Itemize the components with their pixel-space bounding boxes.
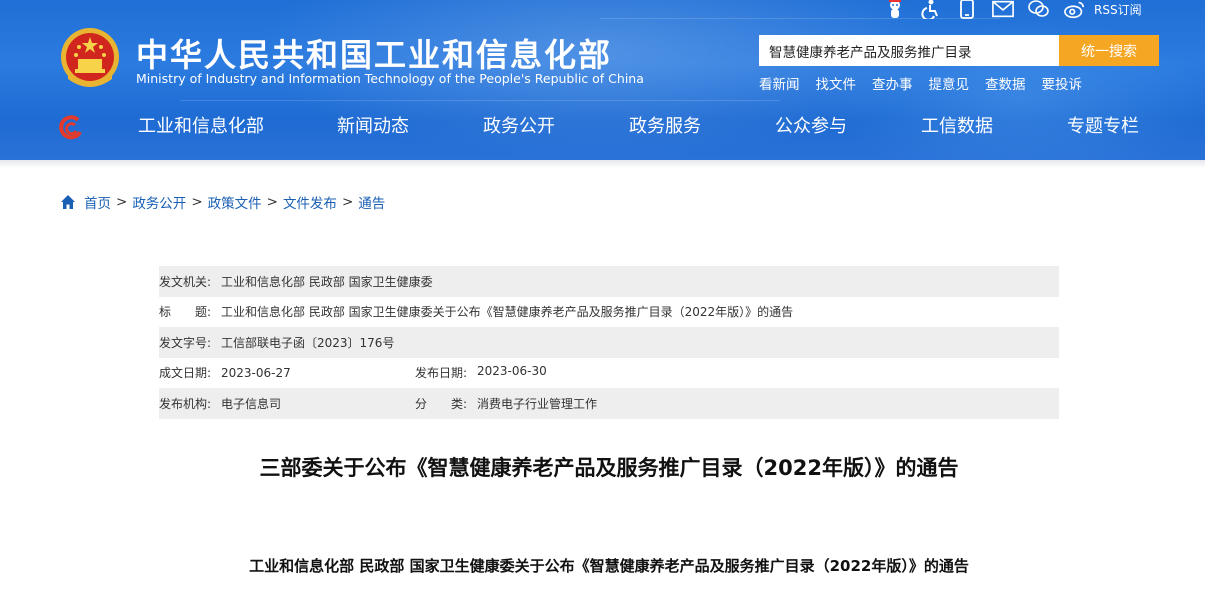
nav-item-government-affairs[interactable]: 政务公开 <box>483 112 555 138</box>
quick-links: 看新闻 找文件 查办事 提意见 查数据 要投诉 <box>759 73 1098 93</box>
meta-label: 标 题: <box>159 305 212 320</box>
nav-item-special-topics[interactable]: 专题专栏 <box>1067 112 1139 138</box>
meta-row-agency: 发布机构: 电子信息司 分 类: 消费电子行业管理工作 <box>159 388 1059 419</box>
quick-link-data[interactable]: 查数据 <box>985 73 1026 93</box>
document-title: 三部委关于公布《智慧健康养老产品及服务推广目录（2022年版）》的通告 <box>259 456 959 480</box>
breadcrumb-separator: > <box>341 194 354 210</box>
rss-subscribe-link[interactable]: RSS订阅 <box>1094 1 1142 18</box>
breadcrumb-policy-files[interactable]: 政策文件 <box>208 192 262 212</box>
meta-created-date: 2023-06-27 <box>221 365 291 380</box>
site-title: 中华人民共和国工业和信息化部 <box>136 36 613 74</box>
search-input[interactable] <box>759 35 1059 66</box>
meta-label: 发布机构: <box>159 396 212 411</box>
meta-row-dates: 成文日期: 2023-06-27 发布日期: 2023-06-30 <box>159 358 1059 389</box>
national-emblem-icon <box>61 28 119 87</box>
nav-item-public-participation[interactable]: 公众参与 <box>775 112 847 138</box>
meta-label: 成文日期: <box>159 366 212 381</box>
meta-category-group: 分 类: 消费电子行业管理工作 <box>415 395 597 412</box>
accessibility-icon[interactable] <box>920 0 942 20</box>
header-shadow <box>0 160 1205 168</box>
weibo-icon[interactable] <box>1064 0 1086 20</box>
quick-link-files[interactable]: 找文件 <box>816 73 857 93</box>
meta-issuer: 工业和信息化部 民政部 国家卫生健康委 <box>221 274 433 289</box>
top-utility-bar: RSS订阅 <box>884 0 1142 20</box>
meta-row-doc-number: 发文字号: 工信部联电子函〔2023〕176号 <box>159 327 1059 358</box>
header-decor-line <box>180 100 780 101</box>
nav-item-government-services[interactable]: 政务服务 <box>629 112 701 138</box>
breadcrumb-notice[interactable]: 通告 <box>358 192 385 212</box>
meta-published-date: 2023-06-30 <box>477 364 547 379</box>
breadcrumb-government-affairs[interactable]: 政务公开 <box>132 192 186 212</box>
document-metadata: 发文机关: 工业和信息化部 民政部 国家卫生健康委 标 题: 工业和信息化部 民… <box>159 266 1059 419</box>
meta-doc-number: 工信部联电子函〔2023〕176号 <box>221 335 395 350</box>
site-header: 中华人民共和国工业和信息化部 Ministry of Industry and … <box>0 0 1205 160</box>
breadcrumb: 首页 > 政务公开 > 政策文件 > 文件发布 > 通告 <box>60 192 385 212</box>
meta-published-group: 发布日期: 2023-06-30 <box>415 364 547 381</box>
meta-title: 工业和信息化部 民政部 国家卫生健康委关于公布《智慧健康养老产品及服务推广目录（… <box>221 305 794 320</box>
search-button[interactable]: 统一搜索 <box>1059 35 1159 66</box>
meta-row-issuer: 发文机关: 工业和信息化部 民政部 国家卫生健康委 <box>159 266 1059 297</box>
meta-label: 分 类: <box>415 396 468 411</box>
mascot-icon[interactable] <box>884 0 906 20</box>
meta-label: 发布日期: <box>415 366 468 381</box>
quick-link-feedback[interactable]: 提意见 <box>929 73 970 93</box>
nav-item-ministry[interactable]: 工业和信息化部 <box>138 112 264 138</box>
breadcrumb-separator: > <box>116 194 128 210</box>
home-icon[interactable] <box>60 194 76 210</box>
quick-link-complaint[interactable]: 要投诉 <box>1042 73 1083 93</box>
main-nav: 工业和信息化部 新闻动态 政务公开 政务服务 公众参与 工信数据 专题专栏 <box>0 112 1205 142</box>
meta-row-title: 标 题: 工业和信息化部 民政部 国家卫生健康委关于公布《智慧健康养老产品及服务… <box>159 297 1059 328</box>
nav-item-news[interactable]: 新闻动态 <box>337 112 409 138</box>
quick-link-services[interactable]: 查办事 <box>872 73 913 93</box>
site-subtitle: Ministry of Industry and Information Tec… <box>136 71 644 86</box>
mail-icon[interactable] <box>992 0 1014 20</box>
breadcrumb-separator: > <box>191 194 203 210</box>
breadcrumb-file-release[interactable]: 文件发布 <box>283 192 337 212</box>
breadcrumb-separator: > <box>266 194 278 210</box>
breadcrumb-home[interactable]: 首页 <box>84 192 111 212</box>
nav-item-data[interactable]: 工信数据 <box>921 112 993 138</box>
quick-link-news[interactable]: 看新闻 <box>759 73 800 93</box>
wechat-icon[interactable] <box>1028 0 1050 20</box>
document-subtitle: 工业和信息化部 民政部 国家卫生健康委关于公布《智慧健康养老产品及服务推广目录（… <box>249 557 969 575</box>
mobile-icon[interactable] <box>956 0 978 20</box>
meta-label: 发文字号: <box>159 335 212 350</box>
meta-category: 消费电子行业管理工作 <box>477 396 598 411</box>
meta-agency: 电子信息司 <box>221 396 282 411</box>
meta-label: 发文机关: <box>159 274 212 289</box>
